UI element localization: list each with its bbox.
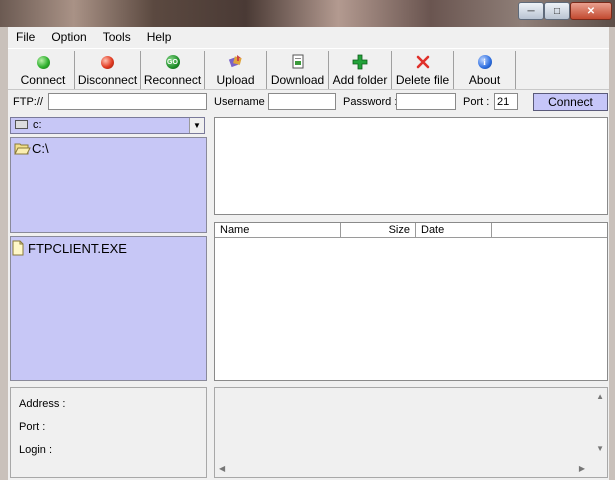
download-toolbar-button[interactable]: Download — [267, 51, 329, 89]
drive-select[interactable]: c: ▼ — [10, 117, 205, 134]
about-toolbar-button[interactable]: i About — [454, 51, 516, 89]
add-folder-toolbar-button[interactable]: Add folder — [329, 51, 392, 89]
download-label: Download — [270, 73, 325, 87]
delete-x-icon — [415, 54, 431, 70]
file-label: FTPCLIENT.EXE — [28, 240, 127, 256]
menu-option[interactable]: Option — [43, 30, 94, 44]
address-info-label: Address : — [19, 398, 66, 410]
menu-bar: File Option Tools Help — [8, 27, 609, 47]
column-header-size[interactable]: Size — [341, 223, 416, 238]
download-icon — [290, 54, 306, 70]
add-folder-label: Add folder — [332, 73, 388, 87]
upload-toolbar-button[interactable]: Upload — [205, 51, 267, 89]
chevron-down-icon[interactable]: ▼ — [189, 118, 204, 133]
maximize-button[interactable]: □ — [544, 2, 570, 20]
close-icon: ✕ — [586, 5, 596, 17]
login-info-label: Login : — [19, 444, 53, 456]
close-button[interactable]: ✕ — [570, 2, 612, 20]
menu-tools[interactable]: Tools — [95, 30, 139, 44]
port-info-label: Port : — [19, 421, 46, 433]
connect-toolbar-button[interactable]: Connect — [12, 51, 75, 89]
column-header-name[interactable]: Name — [215, 223, 341, 238]
column-header-date[interactable]: Date — [416, 223, 492, 238]
local-file-list[interactable]: FTPCLIENT.EXE — [10, 236, 207, 381]
delete-file-label: Delete file — [395, 73, 450, 87]
column-header-blank — [492, 223, 607, 238]
go-icon: GO — [165, 54, 181, 70]
folder-tree[interactable]: C:\ — [10, 137, 207, 233]
green-ball-icon — [35, 54, 51, 70]
upload-label: Upload — [216, 73, 255, 87]
file-icon — [12, 240, 24, 256]
toolbar: Connect Disconnect GO Reconnect Upload D… — [8, 48, 609, 90]
disconnect-label: Disconnect — [77, 73, 138, 87]
log-pane[interactable] — [214, 117, 608, 215]
disconnect-toolbar-button[interactable]: Disconnect — [75, 51, 141, 89]
delete-file-toolbar-button[interactable]: Delete file — [392, 51, 454, 89]
maximize-icon: □ — [553, 5, 561, 17]
minimize-icon: ─ — [527, 5, 535, 17]
ftp-label: FTP:// — [13, 96, 43, 108]
reconnect-toolbar-button[interactable]: GO Reconnect — [141, 51, 205, 89]
connection-info-pane: Address : Port : Login : — [10, 387, 207, 478]
scroll-left-icon[interactable]: ◀ — [219, 464, 225, 473]
username-input[interactable] — [268, 93, 336, 110]
open-folder-icon — [14, 143, 31, 155]
menu-help[interactable]: Help — [139, 30, 180, 44]
connect-label: Connect — [20, 73, 66, 87]
upload-icon — [228, 54, 244, 70]
plus-icon — [352, 54, 368, 70]
folder-label: C:\ — [32, 141, 49, 156]
ftp-address-input[interactable] — [48, 93, 207, 110]
about-label: About — [468, 73, 501, 87]
reconnect-label: Reconnect — [143, 73, 202, 87]
file-item[interactable]: FTPCLIENT.EXE — [11, 240, 127, 256]
red-ball-icon — [100, 54, 116, 70]
password-input[interactable] — [396, 93, 456, 110]
drive-value: c: — [33, 119, 42, 131]
menu-file[interactable]: File — [8, 30, 43, 44]
scroll-down-icon[interactable]: ▼ — [596, 444, 604, 453]
username-label: Username : — [214, 96, 271, 108]
scroll-up-icon[interactable]: ▲ — [596, 392, 604, 401]
port-input[interactable] — [494, 93, 518, 110]
folder-item[interactable]: C:\ — [14, 141, 49, 156]
scroll-right-icon[interactable]: ▶ — [579, 464, 585, 473]
status-pane[interactable]: ▲ ▼ ◀ ▶ — [214, 387, 608, 478]
drive-icon — [15, 120, 28, 129]
password-label: Password : — [343, 96, 398, 108]
info-icon: i — [477, 54, 493, 70]
remote-file-list[interactable]: Name Size Date — [214, 222, 608, 381]
port-label: Port : — [463, 96, 490, 108]
minimize-button[interactable]: ─ — [518, 2, 544, 20]
connect-button[interactable]: Connect — [533, 93, 608, 111]
